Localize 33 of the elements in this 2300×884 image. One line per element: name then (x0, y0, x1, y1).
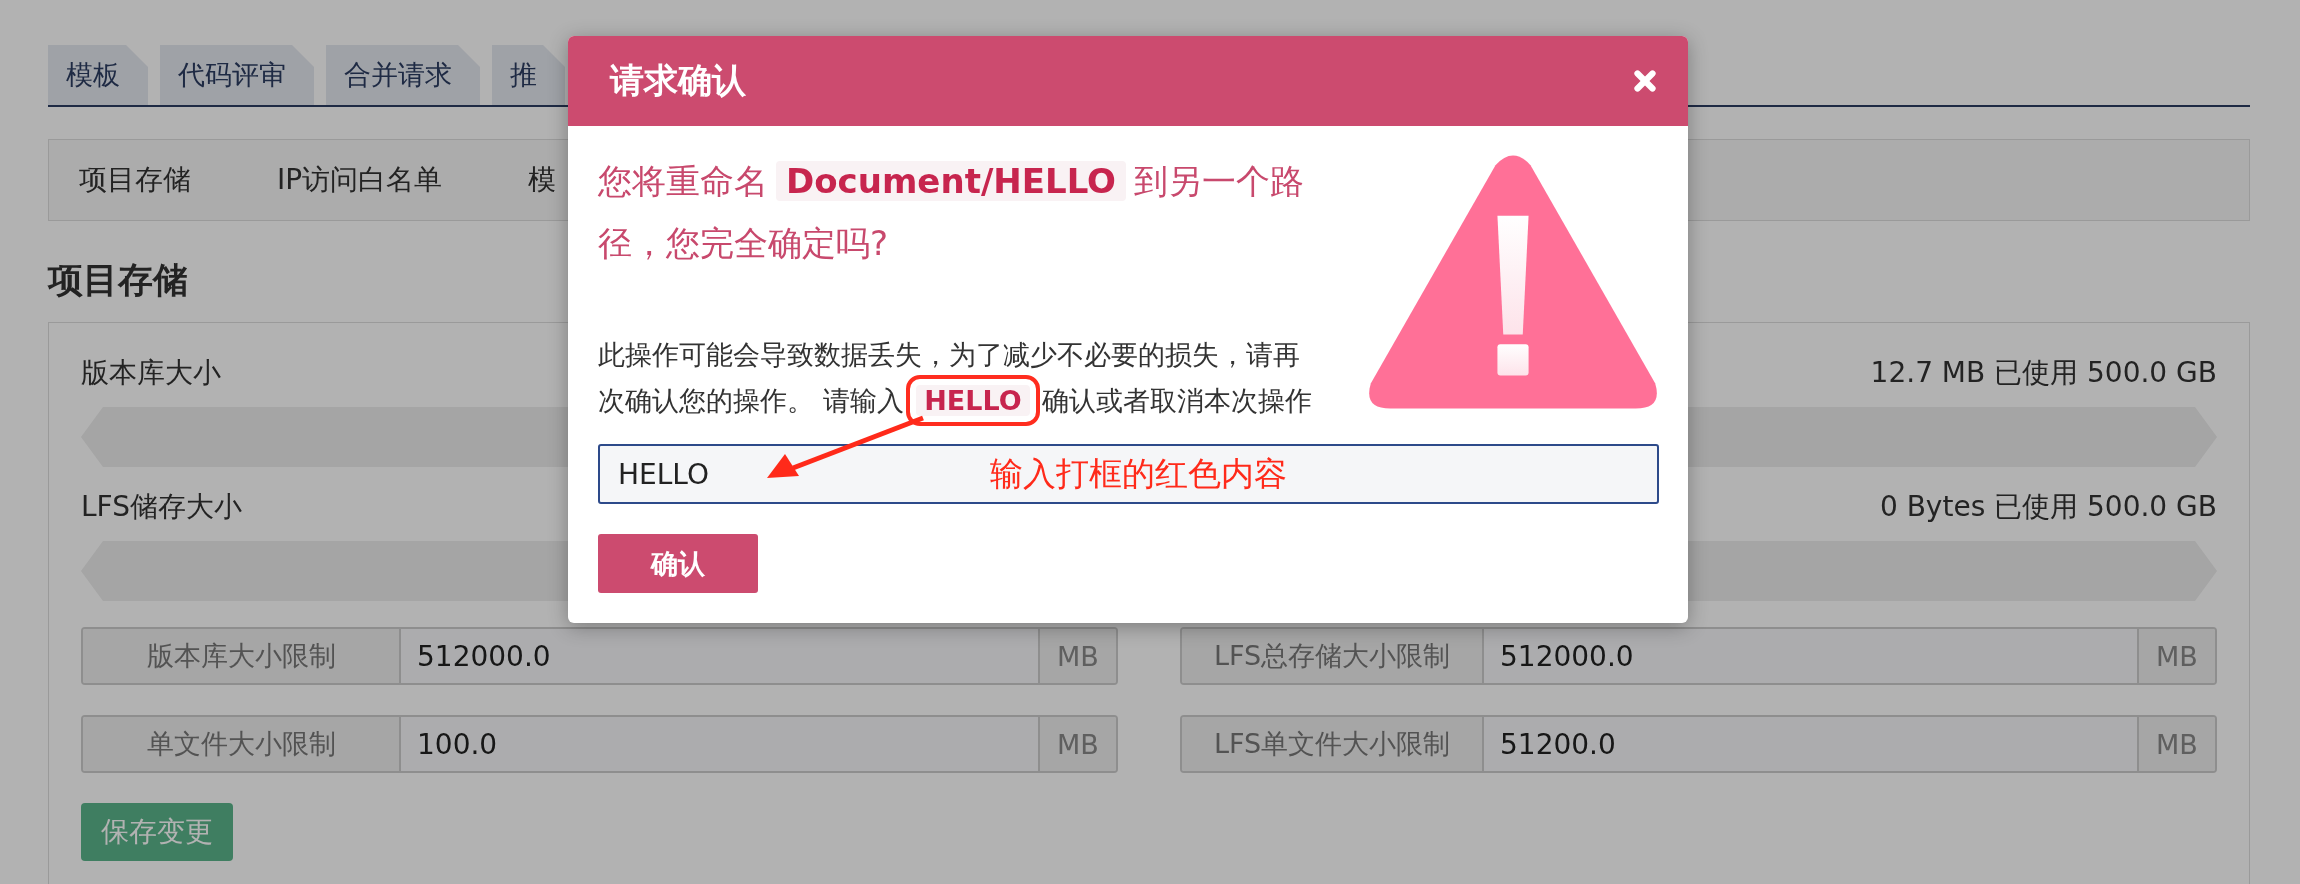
message-text: 此操作可能会导致数据丢失，为了减少不必要的损失，请再次确认您的操作。 请输入 HELLO 确认或者取消本次操作 (598, 338, 1314, 418)
field-value: 51200.0 (1484, 717, 2137, 771)
field-value: 512000.0 (401, 629, 1038, 683)
limit-field[interactable]: 版本库大小限制 512000.0 MB (81, 627, 1118, 685)
tab[interactable]: 合并请求 (326, 45, 480, 105)
dialog-title: 请求确认 (610, 59, 746, 102)
field-label: 版本库大小限制 (83, 629, 401, 683)
field-label: LFS总存储大小限制 (1182, 629, 1484, 683)
unit-label: MB (2137, 629, 2215, 683)
field-value: 100.0 (401, 717, 1038, 771)
field-label: LFS单文件大小限制 (1182, 717, 1484, 771)
field-value: 512000.0 (1484, 629, 2137, 683)
nav-item[interactable]: 模 (528, 161, 557, 199)
limit-field[interactable]: 单文件大小限制 100.0 MB (81, 715, 1118, 773)
tab[interactable]: 推 (492, 45, 565, 105)
field-label: 单文件大小限制 (83, 717, 401, 771)
warning-text: 您将重命名 Document/HELLO 到另一个路径，您完全确定吗? (598, 160, 1305, 265)
usage-label: 版本库大小 (81, 355, 221, 391)
nav-item[interactable]: 项目存储 (79, 161, 191, 199)
tab[interactable]: 模板 (48, 45, 148, 105)
limit-field[interactable]: LFS总存储大小限制 512000.0 MB (1180, 627, 2217, 685)
nav-item[interactable]: IP访问白名单 (277, 161, 443, 199)
section-title: 项目存储 (48, 259, 189, 302)
annotation-text: 输入打框的红色内容 (990, 453, 1287, 495)
usage-reading: 0 Bytes 已使用 500.0 GB (1879, 489, 2217, 525)
unit-label: MB (1038, 717, 1116, 771)
usage-label: LFS储存大小 (81, 489, 242, 525)
usage-reading: 12.7 MB 已使用 500.0 GB (1870, 355, 2217, 391)
unit-label: MB (2137, 717, 2215, 771)
limit-field[interactable]: LFS单文件大小限制 51200.0 MB (1180, 715, 2217, 773)
confirm-button[interactable]: 确认 (598, 534, 758, 593)
unit-label: MB (1038, 629, 1116, 683)
tab[interactable]: 代码评审 (160, 45, 314, 105)
